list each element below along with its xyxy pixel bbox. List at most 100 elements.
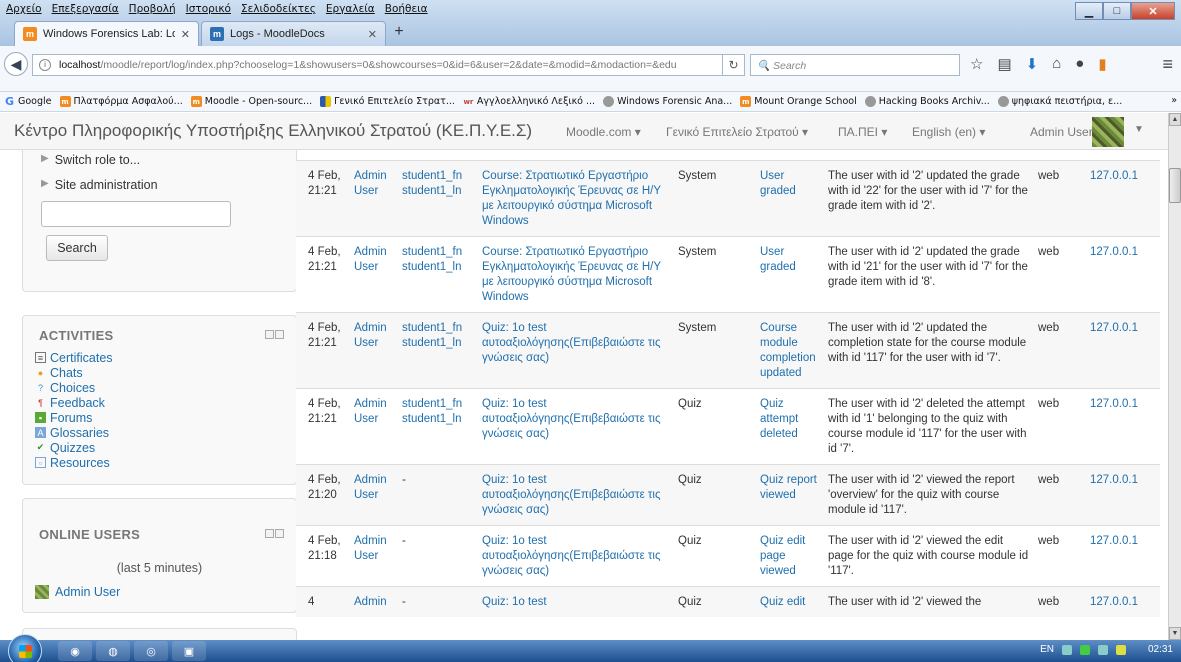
hamburger-menu-icon[interactable]: ≡ [1162, 54, 1173, 75]
log-ip-link[interactable]: 127.0.0.1 [1086, 160, 1160, 237]
download-icon[interactable]: ⬇ [1026, 55, 1039, 73]
log-context-link[interactable]: Quiz: 1ο test αυτοαξιολόγησης(Επιβεβαιώσ… [478, 312, 674, 389]
bookmark-star-icon[interactable]: ☆ [970, 55, 983, 73]
log-user-link[interactable]: Admin User [350, 388, 398, 465]
taskbar-firefox-icon[interactable]: ◍ [96, 641, 130, 661]
activity-glossaries[interactable]: A Glossaries [35, 425, 113, 440]
bookmark-item[interactable]: Hacking Books Archiv... [864, 95, 990, 108]
bookmark-item[interactable]: G Google [4, 95, 52, 108]
log-affected-user[interactable]: student1_fn student1_ln [398, 160, 478, 237]
bookmark-item[interactable]: Windows Forensic Ana... [603, 95, 732, 108]
maximize-button[interactable]: □ [1103, 2, 1131, 20]
minimize-button[interactable]: ▁ [1075, 2, 1103, 20]
menu-edit[interactable]: Επεξεργασία [52, 3, 119, 20]
bookmark-item[interactable]: Γενικό Επιτελείο Στρατ... [320, 95, 455, 108]
menu-papei[interactable]: ΠΑ.ΠΕΙ ▾ [838, 125, 887, 139]
tab-logs-moodledocs[interactable]: m Logs - MoodleDocs ✕ [201, 21, 386, 46]
log-context-link[interactable]: Course: Στρατιωτικό Εργαστήριο Εγκληματο… [478, 160, 674, 237]
scroll-up-icon[interactable]: ▲ [1169, 113, 1181, 126]
site-title[interactable]: Κέντρο Πληροφορικής Υποστήριξης Ελληνικο… [14, 121, 532, 141]
log-user-link[interactable]: Admin User [350, 464, 398, 526]
log-ip-link[interactable]: 127.0.0.1 [1086, 388, 1160, 465]
log-event-link[interactable]: Quiz edit [756, 586, 824, 617]
user-menu[interactable]: Admin User [1030, 125, 1093, 139]
activity-chats[interactable]: ● Chats [35, 365, 113, 380]
log-ip-link[interactable]: 127.0.0.1 [1086, 312, 1160, 389]
log-event-link[interactable]: Course module completion updated [756, 312, 824, 389]
tray-icon[interactable] [1061, 644, 1072, 655]
clock[interactable]: 02:31 [1148, 644, 1173, 655]
log-ip-link[interactable]: 127.0.0.1 [1086, 236, 1160, 313]
collapse-icon[interactable] [275, 529, 284, 538]
close-tab-icon[interactable]: ✕ [368, 28, 377, 41]
taskbar-app-icon[interactable]: ▣ [172, 641, 206, 661]
scroll-down-icon[interactable]: ▼ [1169, 627, 1181, 640]
avatar[interactable] [1092, 117, 1124, 147]
menu-general-staff[interactable]: Γενικό Επιτελείο Στρατού ▾ [666, 125, 808, 139]
menu-file[interactable]: Αρχείο [6, 3, 42, 20]
admin-search-button[interactable]: Search [46, 235, 108, 261]
log-affected-user[interactable]: student1_fn student1_ln [398, 388, 478, 465]
chat-bubble-icon[interactable]: ● [1075, 55, 1084, 73]
log-user-link[interactable]: Admin User [350, 525, 398, 587]
browser-search-input[interactable]: 🔍 Search [750, 54, 960, 76]
new-tab-button[interactable]: + [388, 21, 410, 43]
start-button[interactable] [8, 634, 42, 662]
menu-moodle-com[interactable]: Moodle.com ▾ [566, 125, 641, 139]
site-info-icon[interactable]: i [39, 59, 51, 71]
back-button[interactable]: ◀ [4, 52, 28, 76]
bookmark-item[interactable]: m Mount Orange School [740, 95, 857, 108]
log-event-link[interactable]: Quiz report viewed [756, 464, 824, 526]
collapse-icon[interactable] [275, 330, 284, 339]
taskbar-app-icon[interactable]: ◎ [134, 641, 168, 661]
block-controls[interactable] [265, 529, 284, 538]
activity-certificates[interactable]: ≡ Certificates [35, 350, 113, 365]
home-icon[interactable]: ⌂ [1052, 55, 1061, 73]
log-user-link[interactable]: Admin [350, 586, 398, 617]
bookmarks-overflow-button[interactable]: » [1171, 95, 1177, 106]
activity-forums[interactable]: ▪ Forums [35, 410, 113, 425]
menu-bookmarks[interactable]: Σελιδοδείκτες [241, 3, 316, 20]
log-event-link[interactable]: Quiz edit page viewed [756, 525, 824, 587]
activity-feedback[interactable]: ¶ Feedback [35, 395, 113, 410]
activity-choices[interactable]: ? Choices [35, 380, 113, 395]
taskbar-chrome-icon[interactable]: ◉ [58, 641, 92, 661]
volume-icon[interactable] [1115, 644, 1126, 655]
online-user-entry[interactable]: Admin User [35, 585, 120, 599]
chevron-down-icon[interactable]: ▼ [1134, 124, 1144, 135]
bookmark-item[interactable]: wr Αγγλοελληνικό Λεξικό ... [463, 95, 595, 108]
language-indicator[interactable]: EN [1040, 644, 1054, 655]
dock-icon[interactable] [265, 529, 274, 538]
menu-help[interactable]: Βοήθεια [385, 3, 428, 20]
log-affected-user[interactable]: student1_fn student1_ln [398, 236, 478, 313]
log-ip-link[interactable]: 127.0.0.1 [1086, 464, 1160, 526]
pocket-icon[interactable]: ▮ [1098, 55, 1106, 73]
block-controls[interactable] [265, 330, 284, 339]
log-ip-link[interactable]: 127.0.0.1 [1086, 525, 1160, 587]
log-context-link[interactable]: Quiz: 1ο test αυτοαξιολόγησης(Επιβεβαιώσ… [478, 525, 674, 587]
menu-history[interactable]: Ιστορικό [186, 3, 231, 20]
log-context-link[interactable]: Quiz: 1ο test [478, 586, 674, 617]
activity-resources[interactable]: ▫ Resources [35, 455, 113, 470]
log-user-link[interactable]: Admin User [350, 236, 398, 313]
bookmark-item[interactable]: ψηφιακά πειστήρια, ε... [997, 95, 1122, 108]
nav-switch-role[interactable]: ▶ Switch role to... [41, 153, 296, 178]
log-event-link[interactable]: Quiz attempt deleted [756, 388, 824, 465]
nav-site-administration[interactable]: ▶ Site administration [41, 178, 296, 203]
activity-quizzes[interactable]: ✔ Quizzes [35, 440, 113, 455]
log-context-link[interactable]: Quiz: 1ο test αυτοαξιολόγησης(Επιβεβαιώσ… [478, 464, 674, 526]
log-affected-user[interactable]: student1_fn student1_ln [398, 312, 478, 389]
menu-view[interactable]: Προβολή [129, 3, 176, 20]
log-user-link[interactable]: Admin User [350, 312, 398, 389]
close-tab-icon[interactable]: ✕ [181, 28, 190, 41]
admin-search-input[interactable] [41, 201, 231, 227]
dock-icon[interactable] [265, 330, 274, 339]
log-context-link[interactable]: Quiz: 1ο test αυτοαξιολόγησης(Επιβεβαιώσ… [478, 388, 674, 465]
scrollbar-thumb[interactable] [1169, 168, 1181, 203]
reload-button[interactable]: ↻ [723, 54, 745, 76]
language-menu[interactable]: English (en) ▾ [912, 125, 985, 139]
log-event-link[interactable]: User graded [756, 160, 824, 237]
close-window-button[interactable]: ✕ [1131, 2, 1175, 20]
menu-tools[interactable]: Εργαλεία [326, 3, 375, 20]
log-user-link[interactable]: Admin User [350, 160, 398, 237]
